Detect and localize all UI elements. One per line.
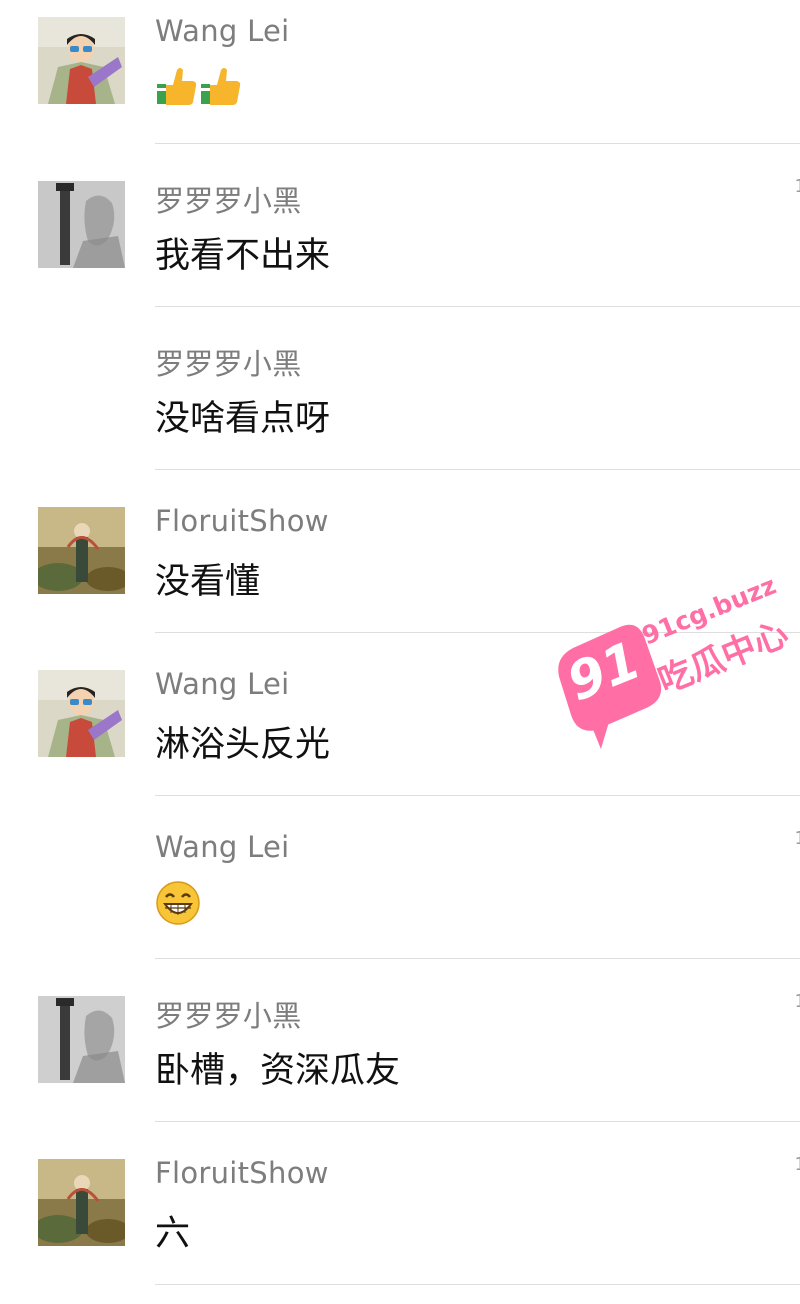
comment-author[interactable]: FloruitShow — [155, 1156, 329, 1190]
comment-row[interactable]: 罗罗罗小黑 没啥看点呀 — [0, 307, 800, 470]
comment-author[interactable]: 罗罗罗小黑 — [155, 341, 302, 383]
avatar[interactable] — [38, 1159, 125, 1246]
avatar[interactable] — [38, 996, 125, 1083]
avatar[interactable] — [38, 181, 125, 268]
comment-row[interactable]: FloruitShow 没看懂 — [0, 470, 800, 633]
timestamp-fragment: 1 — [795, 1154, 800, 1175]
comment-text: 我看不出来 — [155, 236, 331, 276]
avatar[interactable] — [38, 507, 125, 594]
comment-row[interactable]: Wang Lei — [0, 0, 800, 144]
comment-text: 没看懂 — [155, 562, 261, 602]
avatar-wanglei-image — [38, 17, 125, 104]
timestamp-fragment: 1 — [795, 828, 800, 849]
comment-row[interactable]: FloruitShow 六 1 — [0, 1122, 800, 1285]
comment-author[interactable]: FloruitShow — [155, 504, 329, 538]
avatar[interactable] — [38, 17, 125, 104]
comment-text: 六 — [155, 1214, 191, 1254]
comment-text — [155, 880, 201, 935]
avatar-floruit-image — [38, 507, 125, 594]
thumbs-up-icon — [199, 64, 243, 117]
timestamp-fragment: 1 — [795, 991, 800, 1012]
comment-text: 卧槽，资深瓜友 — [155, 1051, 401, 1091]
avatar-luo-image — [38, 181, 125, 268]
comment-text: 没啥看点呀 — [155, 399, 331, 439]
comment-row[interactable]: Wang Lei 1 — [0, 796, 800, 959]
comment-author[interactable]: 罗罗罗小黑 — [155, 993, 302, 1035]
comment-text: 淋浴头反光 — [155, 725, 331, 765]
avatar-luo-image — [38, 996, 125, 1083]
avatar-wanglei-image — [38, 670, 125, 757]
comment-row[interactable]: Wang Lei 淋浴头反光 — [0, 633, 800, 796]
comment-text — [155, 64, 243, 117]
comment-row[interactable]: 罗罗罗小黑 我看不出来 1 — [0, 144, 800, 307]
comment-author[interactable]: Wang Lei — [155, 14, 290, 48]
comment-author[interactable]: Wang Lei — [155, 667, 290, 701]
comment-author[interactable]: Wang Lei — [155, 830, 290, 864]
avatar-floruit-image — [38, 1159, 125, 1246]
timestamp-fragment: 1 — [795, 176, 800, 197]
comment-list: Wang Lei 罗罗罗小黑 我看不出来 罗罗罗小黑 没啥看点呀 Floruit… — [0, 0, 800, 1285]
divider — [155, 1284, 800, 1285]
comment-row[interactable]: 罗罗罗小黑 卧槽，资深瓜友 1 — [0, 959, 800, 1122]
avatar[interactable] — [38, 670, 125, 757]
thumbs-up-icon — [155, 64, 199, 117]
comment-author[interactable]: 罗罗罗小黑 — [155, 178, 302, 220]
grin-icon — [155, 880, 201, 935]
